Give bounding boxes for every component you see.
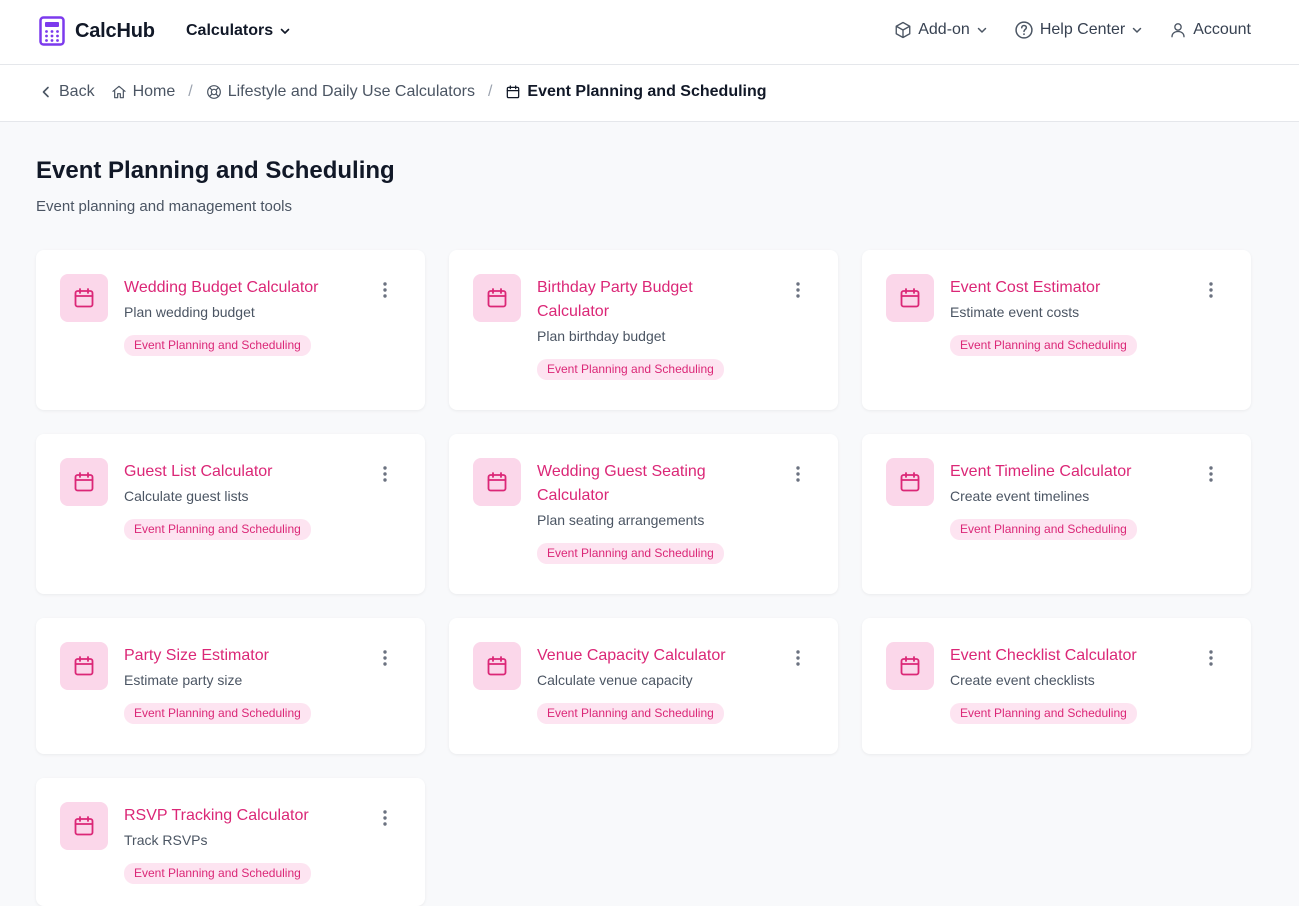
calculator-card[interactable]: Venue Capacity Calculator Calculate venu… bbox=[449, 618, 838, 754]
chevron-down-icon bbox=[280, 28, 290, 34]
calculator-card[interactable]: Birthday Party Budget Calculator Plan bi… bbox=[449, 250, 838, 410]
calendar-icon bbox=[473, 274, 521, 322]
calculator-card[interactable]: Event Timeline Calculator Create event t… bbox=[862, 434, 1251, 594]
card-description: Track RSVPs bbox=[124, 832, 208, 848]
home-icon bbox=[111, 85, 126, 99]
calculators-menu-label: Calculators bbox=[186, 22, 274, 39]
category-tag: Event Planning and Scheduling bbox=[537, 543, 724, 564]
user-icon bbox=[1171, 23, 1185, 38]
calculator-card[interactable]: Guest List Calculator Calculate guest li… bbox=[36, 434, 425, 594]
chevron-left-icon bbox=[42, 86, 49, 98]
addon-menu[interactable]: Add-on bbox=[894, 21, 988, 39]
cube-icon bbox=[895, 21, 911, 39]
card-description: Create event checklists bbox=[950, 672, 1095, 688]
breadcrumb-home[interactable]: Home bbox=[111, 83, 176, 101]
card-title[interactable]: Party Size Estimator bbox=[124, 644, 350, 668]
card-description: Calculate venue capacity bbox=[537, 672, 693, 688]
breadcrumb-current-label: Event Planning and Scheduling bbox=[527, 83, 767, 100]
calculator-card[interactable]: Wedding Budget Calculator Plan wedding b… bbox=[36, 250, 425, 410]
calendar-icon bbox=[60, 458, 108, 506]
account-label: Account bbox=[1193, 21, 1251, 38]
addon-label: Add-on bbox=[918, 21, 970, 38]
card-description: Plan birthday budget bbox=[537, 328, 666, 344]
calendar-icon bbox=[886, 274, 934, 322]
calendar-icon bbox=[886, 458, 934, 506]
calendar-icon bbox=[507, 85, 520, 99]
brand-link[interactable]: CalcHub bbox=[39, 16, 155, 46]
calendar-icon bbox=[473, 642, 521, 690]
account-menu[interactable]: Account bbox=[1169, 21, 1251, 39]
page-title: Event Planning and Scheduling bbox=[36, 157, 395, 184]
calculator-logo-icon bbox=[39, 16, 65, 46]
breadcrumb-category-label: Lifestyle and Daily Use Calculators bbox=[227, 83, 475, 100]
breadcrumb-home-label: Home bbox=[132, 83, 176, 100]
card-description: Plan wedding budget bbox=[124, 304, 255, 320]
card-title[interactable]: Guest List Calculator bbox=[124, 460, 350, 484]
more-options-icon[interactable] bbox=[375, 808, 395, 828]
more-options-icon[interactable] bbox=[788, 648, 808, 668]
top-navbar: CalcHub Calculators Add-on Help Center A… bbox=[0, 0, 1299, 65]
chevron-down-icon bbox=[1132, 27, 1142, 33]
category-tag: Event Planning and Scheduling bbox=[124, 519, 311, 540]
category-tag: Event Planning and Scheduling bbox=[124, 335, 311, 356]
card-title[interactable]: Event Timeline Calculator bbox=[950, 460, 1176, 484]
card-title[interactable]: Event Checklist Calculator bbox=[950, 644, 1176, 668]
card-title[interactable]: Venue Capacity Calculator bbox=[537, 644, 763, 668]
breadcrumb-separator: / bbox=[188, 83, 193, 100]
breadcrumb-bar: Back Home / Lifestyle and Daily Use Calc… bbox=[0, 65, 1299, 122]
category-tag: Event Planning and Scheduling bbox=[537, 703, 724, 724]
category-tag: Event Planning and Scheduling bbox=[537, 359, 724, 380]
calculators-menu[interactable]: Calculators bbox=[186, 22, 291, 40]
category-tag: Event Planning and Scheduling bbox=[124, 863, 311, 884]
breadcrumb: Back Home / Lifestyle and Daily Use Calc… bbox=[39, 83, 767, 101]
question-circle-icon bbox=[1015, 21, 1033, 39]
more-options-icon[interactable] bbox=[788, 280, 808, 300]
calculator-card[interactable]: Party Size Estimator Estimate party size… bbox=[36, 618, 425, 754]
calendar-icon bbox=[473, 458, 521, 506]
more-options-icon[interactable] bbox=[1201, 648, 1221, 668]
back-button[interactable]: Back bbox=[39, 83, 95, 101]
calculator-card[interactable]: Event Checklist Calculator Create event … bbox=[862, 618, 1251, 754]
page-subtitle: Event planning and management tools bbox=[36, 198, 293, 215]
category-tag: Event Planning and Scheduling bbox=[950, 335, 1137, 356]
category-tag: Event Planning and Scheduling bbox=[950, 703, 1137, 724]
more-options-icon[interactable] bbox=[375, 280, 395, 300]
card-title[interactable]: Wedding Guest Seating Calculator bbox=[537, 460, 763, 508]
help-center-label: Help Center bbox=[1039, 21, 1126, 38]
brand-name: CalcHub bbox=[75, 19, 155, 42]
calendar-icon bbox=[60, 274, 108, 322]
card-title[interactable]: RSVP Tracking Calculator bbox=[124, 804, 350, 828]
more-options-icon[interactable] bbox=[375, 464, 395, 484]
lifebuoy-icon bbox=[206, 85, 221, 99]
calculator-card[interactable]: Wedding Guest Seating Calculator Plan se… bbox=[449, 434, 838, 594]
more-options-icon[interactable] bbox=[1201, 280, 1221, 300]
card-description: Estimate event costs bbox=[950, 304, 1080, 320]
more-options-icon[interactable] bbox=[375, 648, 395, 668]
calculator-card[interactable]: RSVP Tracking Calculator Track RSVPs Eve… bbox=[36, 778, 425, 906]
card-description: Estimate party size bbox=[124, 672, 243, 688]
card-description: Create event timelines bbox=[950, 488, 1090, 504]
card-title[interactable]: Wedding Budget Calculator bbox=[124, 276, 350, 300]
more-options-icon[interactable] bbox=[788, 464, 808, 484]
card-title[interactable]: Birthday Party Budget Calculator bbox=[537, 276, 763, 324]
calendar-icon bbox=[60, 642, 108, 690]
card-description: Calculate guest lists bbox=[124, 488, 249, 504]
calendar-icon bbox=[886, 642, 934, 690]
back-label: Back bbox=[59, 83, 95, 100]
help-center-menu[interactable]: Help Center bbox=[1014, 20, 1143, 40]
breadcrumb-separator: / bbox=[487, 83, 493, 100]
category-tag: Event Planning and Scheduling bbox=[124, 703, 311, 724]
calendar-icon bbox=[60, 802, 108, 850]
card-description: Plan seating arrangements bbox=[537, 512, 705, 528]
more-options-icon[interactable] bbox=[1201, 464, 1221, 484]
calculator-card[interactable]: Event Cost Estimator Estimate event cost… bbox=[862, 250, 1251, 410]
chevron-down-icon bbox=[977, 27, 987, 33]
category-tag: Event Planning and Scheduling bbox=[950, 519, 1137, 540]
breadcrumb-current: Event Planning and Scheduling bbox=[505, 83, 767, 101]
card-title[interactable]: Event Cost Estimator bbox=[950, 276, 1176, 300]
breadcrumb-category[interactable]: Lifestyle and Daily Use Calculators bbox=[206, 83, 475, 101]
